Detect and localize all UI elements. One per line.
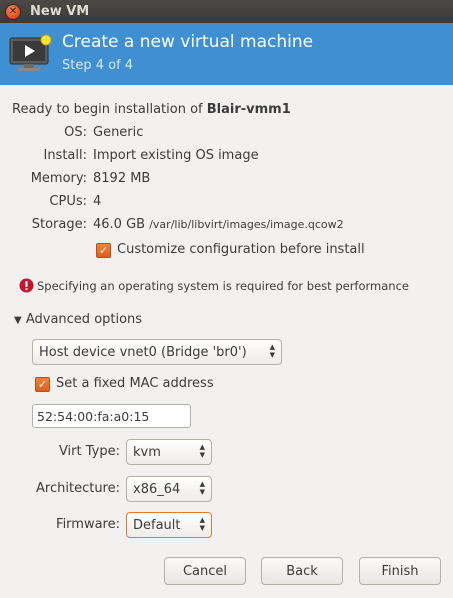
install-label: Install: (43, 148, 87, 163)
os-label: OS: (64, 125, 87, 140)
advanced-options-expander[interactable]: ▼ Advanced options (14, 312, 142, 327)
wizard-header: Create a new virtual machine Step 4 of 4 (0, 23, 453, 85)
virtual-machine-icon (9, 34, 52, 71)
mac-checkbox[interactable]: ✓ (35, 377, 50, 392)
spin-arrows-icon: ▲ ▼ (269, 343, 275, 359)
architecture-select[interactable]: x86_64 ▲ ▼ (126, 476, 212, 502)
advanced-options-label: Advanced options (25, 312, 143, 327)
firmware-select[interactable]: Default ▲ ▼ (126, 512, 212, 538)
virt-type-label: Virt Type: (58, 444, 120, 459)
cpus-value: 4 (93, 194, 102, 209)
architecture-label: Architecture: (36, 481, 120, 496)
storage-size: 46.0 GB (93, 217, 146, 232)
virt-type-value: kvm (133, 444, 161, 460)
memory-value: 8192 MB (93, 171, 151, 186)
ready-message: Ready to begin installation of Blair-vmm… (12, 102, 291, 117)
header-title: Create a new virtual machine (62, 32, 314, 52)
virt-type-select[interactable]: kvm ▲ ▼ (126, 439, 212, 465)
error-icon (19, 278, 34, 293)
storage-path: /var/lib/libvirt/images/image.qcow2 (149, 218, 344, 231)
mac-address-value: 52:54:00:fa:a0:15 (37, 408, 150, 424)
ready-prefix: Ready to begin installation of (12, 102, 207, 117)
spin-arrows-icon: ▲ ▼ (199, 443, 205, 459)
triangle-down-icon: ▼ (14, 315, 22, 326)
finish-button[interactable]: Finish (359, 557, 441, 585)
cpus-label: CPUs: (49, 194, 87, 209)
mac-address-input[interactable]: 52:54:00:fa:a0:15 (32, 404, 191, 428)
window-titlebar: ✕ New VM (0, 0, 453, 23)
customize-checkbox[interactable]: ✓ (96, 243, 111, 258)
warning-text: Specifying an operating system is requir… (37, 279, 409, 293)
spin-arrows-icon: ▲ ▼ (199, 480, 205, 496)
architecture-value: x86_64 (133, 481, 181, 497)
back-button[interactable]: Back (261, 557, 343, 585)
storage-label: Storage: (31, 217, 87, 232)
window-title: New VM (30, 4, 90, 19)
header-step: Step 4 of 4 (62, 58, 134, 73)
network-select[interactable]: Host device vnet0 (Bridge 'br0') ▲ ▼ (32, 339, 282, 365)
spin-arrows-icon: ▲ ▼ (199, 516, 205, 532)
firmware-value: Default (133, 517, 181, 533)
storage-value: 46.0 GB /var/lib/libvirt/images/image.qc… (93, 217, 344, 232)
customize-label[interactable]: Customize configuration before install (117, 242, 365, 257)
close-icon[interactable]: ✕ (6, 4, 20, 19)
firmware-label: Firmware: (56, 517, 120, 532)
network-value: Host device vnet0 (Bridge 'br0') (39, 344, 247, 360)
os-value: Generic (93, 125, 144, 140)
mac-checkbox-label[interactable]: Set a fixed MAC address (56, 376, 214, 391)
install-value: Import existing OS image (93, 148, 259, 163)
memory-label: Memory: (30, 171, 87, 186)
vm-name: Blair-vmm1 (206, 102, 291, 117)
cancel-button[interactable]: Cancel (164, 557, 246, 585)
